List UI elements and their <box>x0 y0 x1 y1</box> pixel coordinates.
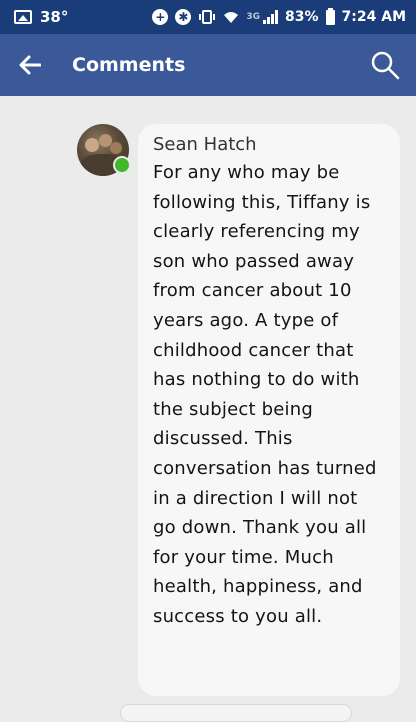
battery-percent: 83% <box>285 9 319 25</box>
page-title: Comments <box>72 54 186 76</box>
bluetooth-icon: ✱ <box>175 9 192 25</box>
arrow-left-icon <box>19 55 41 75</box>
comment-author[interactable]: Sean Hatch <box>153 132 386 158</box>
back-button[interactable] <box>0 34 60 96</box>
online-status-indicator <box>113 156 131 174</box>
temperature: 38° <box>40 8 69 26</box>
data-saver-icon: + <box>152 9 169 25</box>
comment-text: For any who may be following this, Tiffa… <box>153 162 377 627</box>
vibrate-icon <box>198 10 216 24</box>
wifi-icon <box>223 10 239 24</box>
battery-icon <box>325 7 335 25</box>
comment-bubble[interactable]: Sean Hatch For any who may be following … <box>138 124 400 696</box>
gallery-icon <box>14 10 32 24</box>
search-icon <box>371 51 400 80</box>
avatar[interactable] <box>77 124 131 176</box>
app-header: Comments <box>0 34 416 96</box>
clock: 7:24 AM <box>341 9 406 25</box>
status-bar: 38° + ✱ 3G 83% 7:24 AM <box>0 0 416 34</box>
comment-input-bar[interactable] <box>120 704 352 722</box>
network-type: 3G <box>246 12 261 22</box>
search-button[interactable] <box>354 34 416 96</box>
signal-icon <box>263 10 279 24</box>
